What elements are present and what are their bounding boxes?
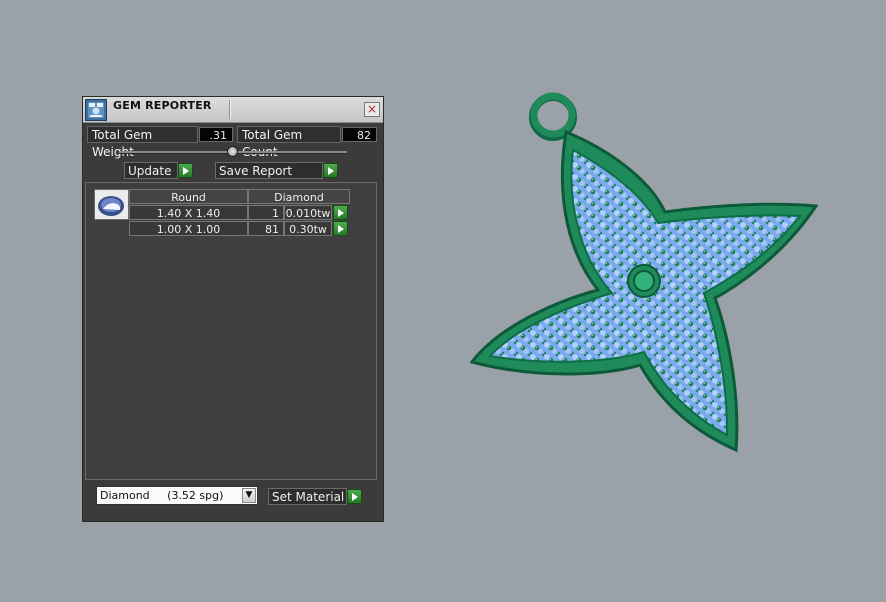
shape-column-header: Round: [129, 189, 248, 204]
gem-report-area: Round Diamond 1.40 X 1.40 1 0.010tw 1.00…: [85, 182, 377, 480]
panel-title: GEM REPORTER: [113, 99, 212, 112]
zoom-slider-thumb[interactable]: [227, 146, 238, 157]
total-gem-count-value: 82: [342, 127, 377, 142]
bail-ring: [530, 92, 576, 138]
round-diamond-thumbnail-icon[interactable]: [94, 189, 129, 220]
row-2-select-play-icon[interactable]: [333, 221, 348, 236]
save-report-button-label: Save Report: [219, 164, 293, 178]
row-2-size: 1.00 X 1.00: [129, 221, 248, 236]
close-icon[interactable]: ×: [364, 102, 380, 117]
flower-pendant-render: [469, 92, 819, 453]
update-play-icon[interactable]: [178, 163, 193, 178]
material-select-value: Diamond (3.52 spg): [100, 489, 224, 502]
material-column-header: Diamond: [248, 189, 350, 204]
gem-reporter-app-icon: [85, 99, 107, 121]
row-1-size: 1.40 X 1.40: [129, 205, 248, 220]
material-select[interactable]: Diamond (3.52 spg) ▼: [96, 486, 258, 505]
update-button[interactable]: Update: [124, 162, 178, 179]
titlebar[interactable]: GEM REPORTER ×: [83, 97, 383, 123]
title-divider: [229, 100, 230, 119]
set-material-play-icon[interactable]: [347, 489, 362, 504]
center-stone: [633, 270, 655, 292]
gem-reporter-panel: GEM REPORTER × Total Gem Weight .31 Tota…: [83, 97, 383, 521]
update-button-label: Update: [128, 164, 172, 178]
total-gem-weight-value: .31: [199, 127, 233, 142]
row-1-select-play-icon[interactable]: [333, 205, 348, 220]
set-material-button-label: Set Material: [272, 490, 345, 504]
total-gem-weight-label: Total Gem Weight: [87, 126, 198, 159]
row-2-weight: 0.30tw: [284, 221, 332, 236]
chevron-down-icon[interactable]: ▼: [242, 488, 256, 503]
save-report-play-icon[interactable]: [323, 163, 338, 178]
save-report-button[interactable]: Save Report: [215, 162, 323, 179]
set-material-button[interactable]: Set Material: [268, 488, 347, 505]
row-1-count: 1: [248, 205, 284, 220]
row-1-weight: 0.010tw: [284, 205, 332, 220]
total-gem-count-label: Total Gem Count: [237, 126, 341, 159]
row-2-count: 81: [248, 221, 284, 236]
